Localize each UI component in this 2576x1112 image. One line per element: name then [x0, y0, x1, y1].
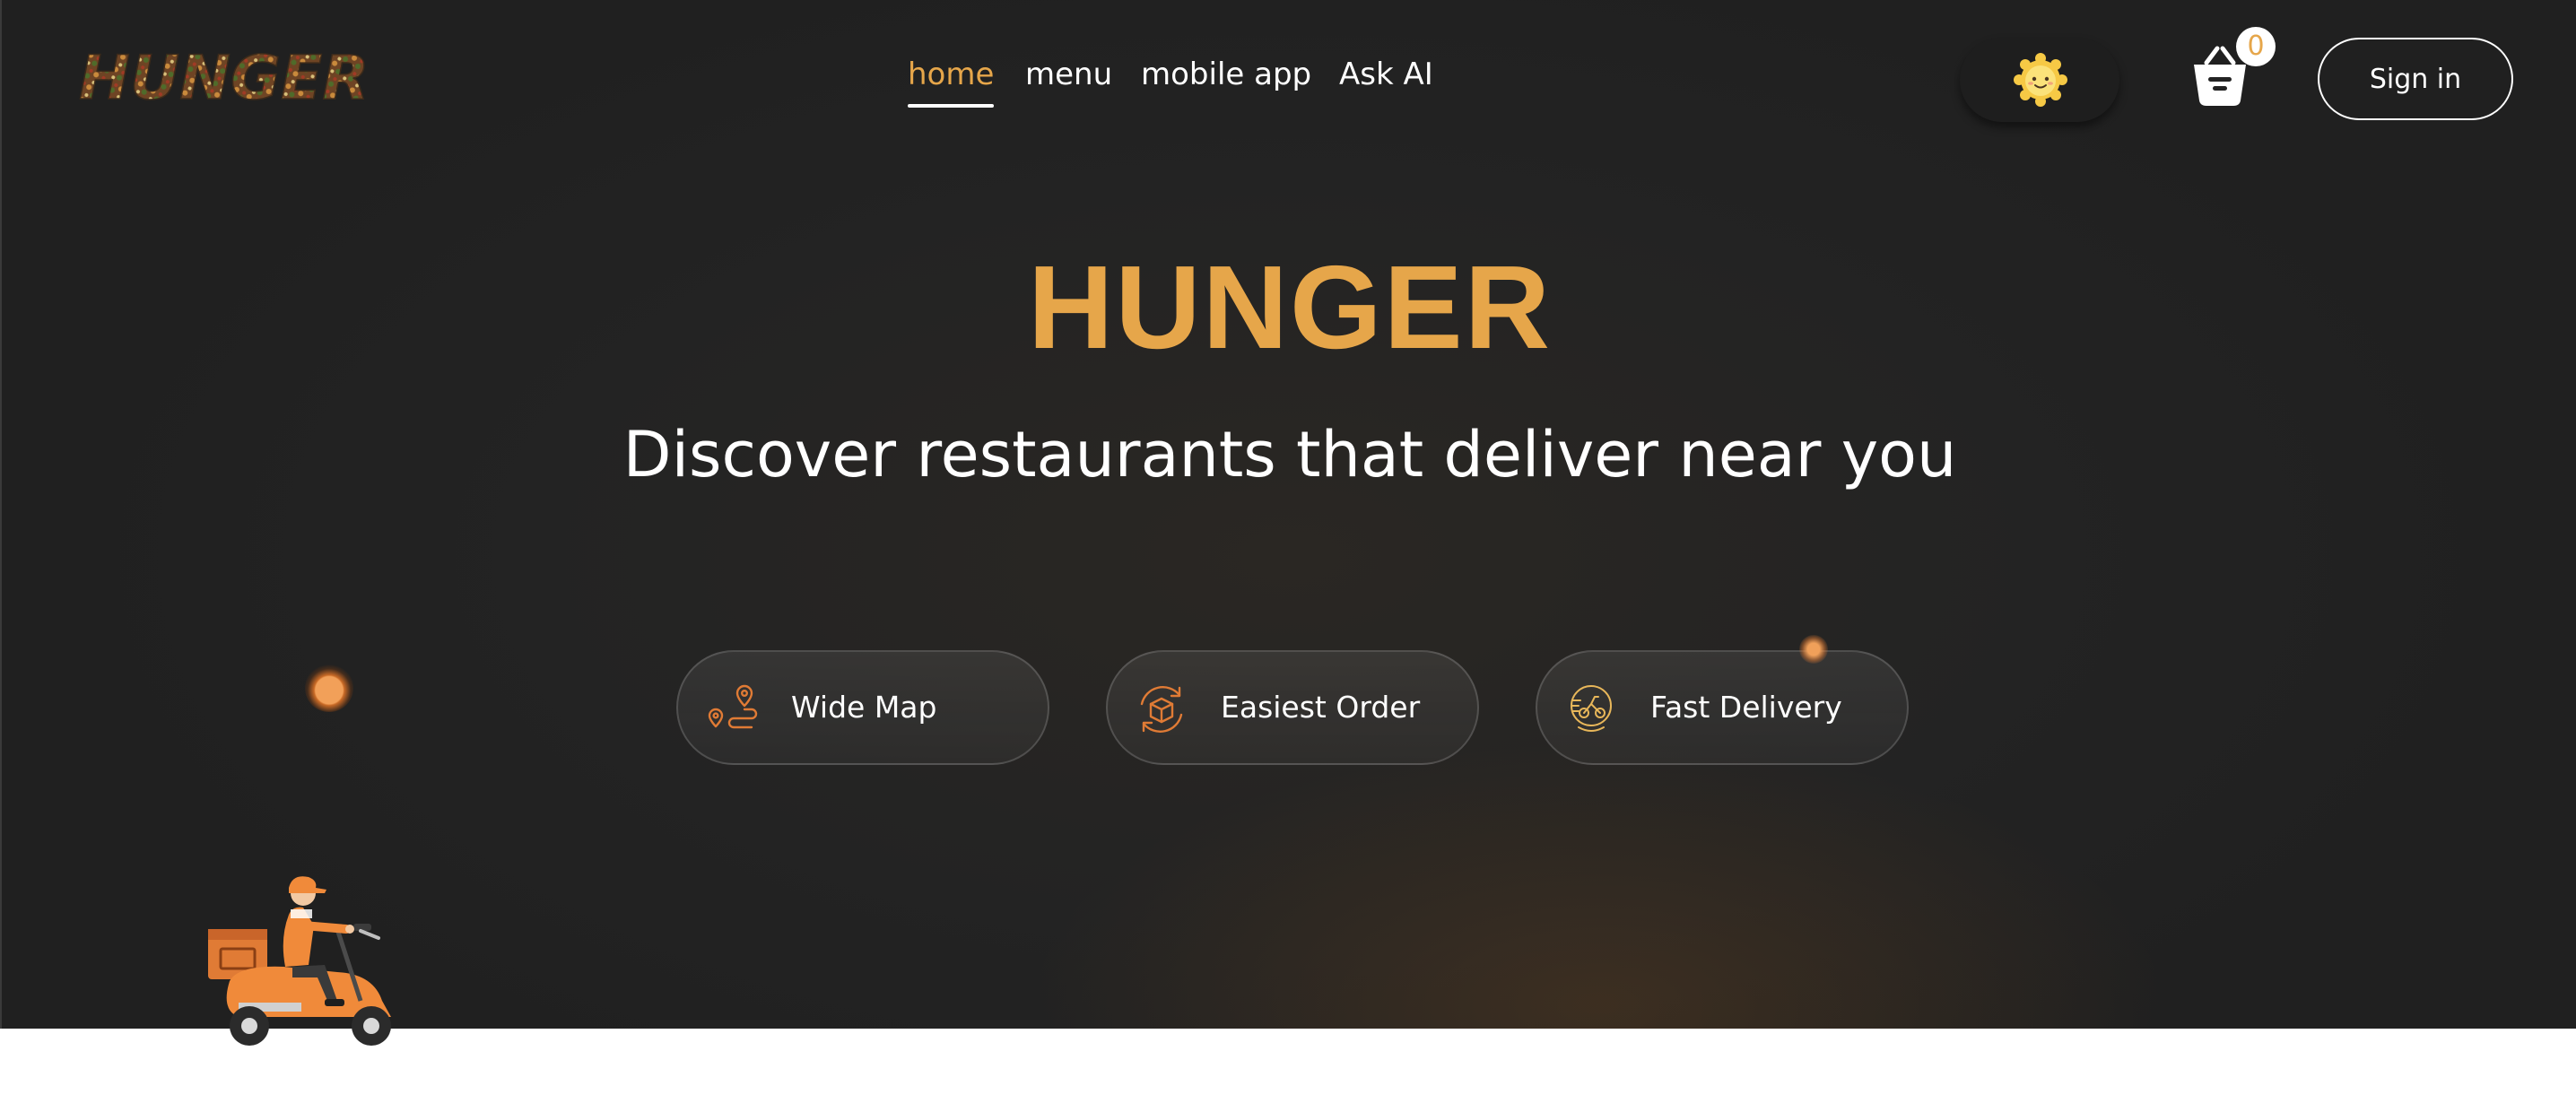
delivery-icon — [1571, 685, 1612, 732]
nav-item-ask-ai[interactable]: Ask AI — [1339, 52, 1433, 97]
decorative-orb — [1799, 635, 1828, 664]
feature-label: Easiest Order — [1221, 690, 1421, 725]
feature-wide-map[interactable]: Wide Map — [676, 650, 1049, 765]
cart-count-badge: 0 — [2236, 27, 2276, 66]
feature-easiest-order[interactable]: Easiest Order — [1106, 650, 1479, 765]
delivery-scooter-illustration — [208, 876, 407, 1050]
hero-title: HUNGER — [1027, 241, 1553, 373]
feature-label: Wide Map — [791, 690, 937, 725]
active-underline — [908, 104, 995, 108]
nav-item-menu[interactable]: menu — [1025, 52, 1112, 97]
map-route-icon — [708, 684, 758, 729]
feature-fast-delivery[interactable]: Fast Delivery — [1536, 650, 1909, 765]
decorative-orb — [305, 664, 353, 712]
sun-icon — [2014, 53, 2067, 107]
nav-item-mobile-app[interactable]: mobile app — [1141, 52, 1311, 97]
nav-item-label: Ask AI — [1339, 56, 1433, 92]
box-cycle-icon — [1140, 686, 1183, 733]
nav-item-home[interactable]: home — [908, 52, 995, 108]
nav-item-label: home — [908, 56, 995, 92]
logo-graphic: HUNGER — [78, 42, 370, 115]
hero-subtitle: Discover restaurants that deliver near y… — [622, 418, 1957, 491]
brand-logo[interactable]: HUNGER — [77, 42, 375, 115]
theme-toggle[interactable] — [1960, 38, 2119, 122]
logo-text: HUNGER — [79, 43, 370, 108]
nav-item-label: menu — [1025, 56, 1113, 92]
nav-item-label: mobile app — [1141, 56, 1312, 92]
feature-label: Fast Delivery — [1650, 690, 1842, 725]
hero-section: HUNGER home menu mobile app Ask AI 0 Sig… — [0, 0, 2576, 1050]
sign-in-button[interactable]: Sign in — [2318, 38, 2513, 120]
